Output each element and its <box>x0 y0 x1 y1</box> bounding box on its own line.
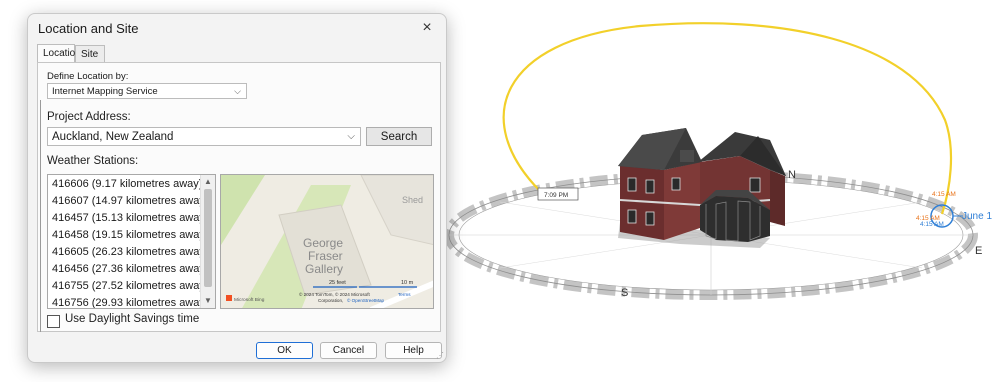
scroll-up-icon[interactable]: ▲ <box>202 176 214 188</box>
map-osm-link[interactable]: © OpenStreetMap <box>347 297 385 303</box>
compass-south-label: S <box>621 287 628 299</box>
bing-logo-icon <box>226 295 232 301</box>
compass-north-label: N <box>788 169 796 181</box>
scroll-down-icon[interactable]: ▼ <box>202 295 214 307</box>
tab-location[interactable]: Location <box>37 44 81 63</box>
define-location-value: Internet Mapping Service <box>52 86 158 97</box>
dialog-title: Location and Site <box>38 21 139 36</box>
map-place-line-2: Fraser <box>308 249 343 263</box>
project-address-combo[interactable]: Auckland, New Zealand ⌵ <box>47 127 361 146</box>
project-address-label: Project Address: <box>47 111 131 123</box>
weather-stations-label: Weather Stations: <box>47 155 139 167</box>
map-place-line-3: Gallery <box>305 262 343 276</box>
tab-site[interactable]: Site <box>75 45 105 62</box>
sunrise-time-label: 4:15 AM <box>932 191 956 198</box>
sunrise-time-label-blue: 4:15 AM <box>920 221 944 228</box>
location-and-site-dialog: Location and Site × Location Site Define… <box>27 13 447 363</box>
weather-stations-list[interactable]: 416606 (9.17 kilometres away) 416607 (14… <box>47 174 216 309</box>
map-scale-feet: 25 feet <box>329 280 346 286</box>
list-item[interactable]: 416755 (27.52 kilometres away) <box>52 280 209 292</box>
sunset-time-label: 7:09 PM <box>544 192 568 199</box>
search-button[interactable]: Search <box>366 127 432 146</box>
resize-grip-icon[interactable]: ⋰ <box>436 351 444 360</box>
house-model[interactable] <box>618 128 786 248</box>
list-item[interactable]: 416606 (9.17 kilometres away) <box>52 178 202 190</box>
list-item[interactable]: 416605 (26.23 kilometres away) <box>52 246 209 258</box>
map-terms-link[interactable]: Terms <box>398 292 411 297</box>
map-copyright-1: © 2024 TomTom, © 2024 Microsoft <box>299 291 370 297</box>
scroll-thumb[interactable] <box>204 189 212 287</box>
list-item[interactable]: 416458 (19.15 kilometres away) <box>52 229 209 241</box>
map-scale-meters: 10 m <box>401 280 414 286</box>
list-item[interactable]: 416756 (29.93 kilometres away) <box>52 297 209 308</box>
ok-button[interactable]: OK <box>256 342 313 359</box>
define-location-label: Define Location by: <box>47 71 129 82</box>
map-brand: Microsoft Bing <box>234 297 265 303</box>
map-copyright-2: Corporation, <box>318 298 343 303</box>
location-map[interactable]: Shed George Fraser Gallery 25 feet 10 m … <box>220 174 434 309</box>
cancel-button[interactable]: Cancel <box>320 342 377 359</box>
chevron-down-icon: ⌵ <box>234 86 241 96</box>
compass-east-label: E <box>975 245 982 257</box>
list-item[interactable]: 416457 (15.13 kilometres away) <box>52 212 209 224</box>
close-icon[interactable]: × <box>414 17 440 39</box>
chevron-down-icon: ⌵ <box>347 131 355 142</box>
map-shed-label: Shed <box>402 195 423 205</box>
date-label: June 1 <box>962 211 992 222</box>
list-scrollbar[interactable]: ▲ ▼ <box>200 175 215 308</box>
map-place-line-1: George <box>303 236 343 250</box>
map-canvas: Shed George Fraser Gallery 25 feet 10 m … <box>221 175 433 308</box>
daylight-savings-checkbox[interactable] <box>47 315 60 328</box>
project-address-value: Auckland, New Zealand <box>52 131 174 143</box>
daylight-savings-label: Use Daylight Savings time <box>65 313 200 325</box>
define-location-select[interactable]: Internet Mapping Service ⌵ <box>47 83 247 99</box>
help-button[interactable]: Help <box>385 342 442 359</box>
list-item[interactable]: 416607 (14.97 kilometres away) <box>52 195 209 207</box>
list-item[interactable]: 416456 (27.36 kilometres away) <box>52 263 209 275</box>
